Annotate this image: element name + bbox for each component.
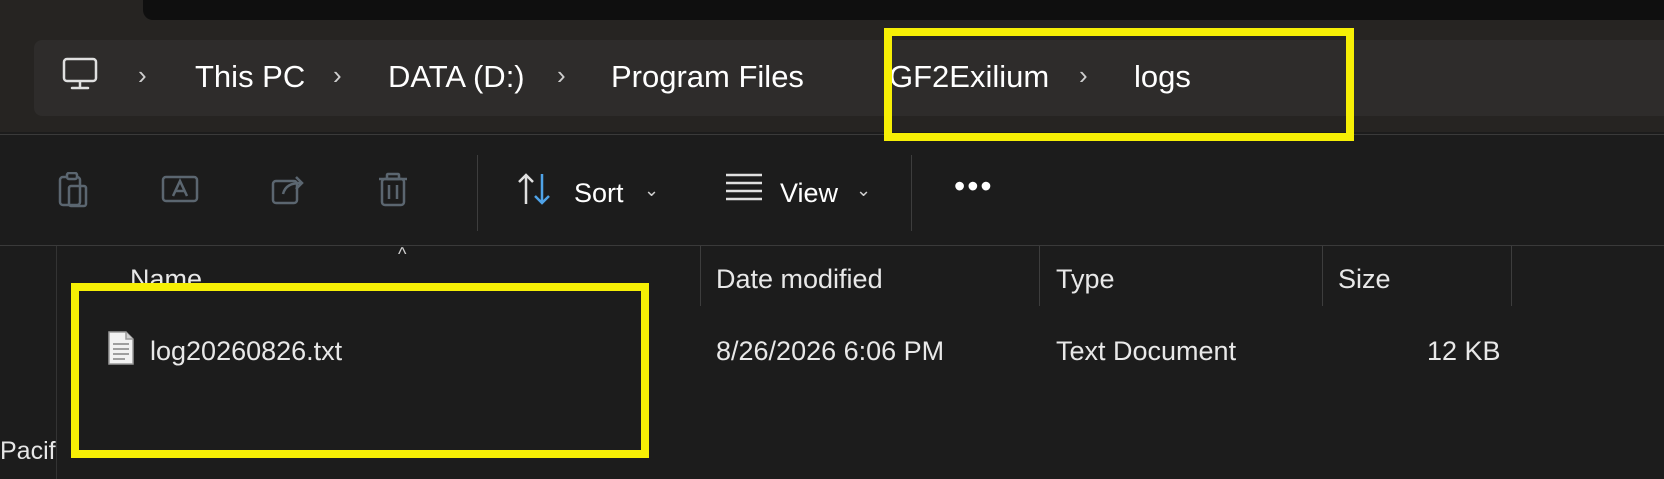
rename-icon[interactable]	[161, 172, 199, 206]
copy-icon[interactable]	[57, 172, 89, 208]
file-date-modified: 8/26/2026 6:06 PM	[716, 336, 945, 366]
computer-icon[interactable]	[62, 57, 98, 91]
column-separator[interactable]	[700, 246, 701, 306]
sort-icon[interactable]	[516, 172, 556, 206]
chevron-right-icon[interactable]: ›	[138, 60, 147, 91]
more-icon[interactable]: •••	[954, 168, 994, 205]
highlight-box-breadcrumb	[884, 28, 1354, 141]
toolbar-separator	[911, 155, 912, 231]
column-header-size[interactable]: Size	[1338, 264, 1391, 295]
toolbar-separator	[477, 155, 478, 231]
divider	[0, 245, 1664, 246]
column-separator[interactable]	[1511, 246, 1512, 306]
breadcrumb-this-pc[interactable]: This PC	[195, 59, 305, 95]
chevron-right-icon[interactable]: ›	[333, 60, 342, 91]
view-icon[interactable]	[724, 172, 764, 202]
chevron-down-icon[interactable]: ⌄	[856, 180, 871, 201]
breadcrumb-program-files[interactable]: Program Files	[611, 59, 804, 95]
share-icon[interactable]	[271, 172, 307, 206]
column-separator[interactable]	[1322, 246, 1323, 306]
view-button[interactable]: View	[780, 178, 838, 209]
chevron-right-icon[interactable]: ›	[557, 60, 566, 91]
file-type: Text Document	[1056, 336, 1237, 366]
column-separator[interactable]	[1039, 246, 1040, 306]
column-header-date[interactable]: Date modified	[716, 264, 883, 295]
column-header-type[interactable]: Type	[1056, 264, 1115, 295]
window-top-edge	[143, 0, 1664, 20]
highlight-box-file	[71, 283, 649, 458]
chevron-down-icon[interactable]: ⌄	[644, 180, 659, 201]
sort-up-icon: ^	[398, 244, 407, 264]
sort-button[interactable]: Sort	[574, 178, 624, 209]
delete-icon[interactable]	[377, 172, 409, 208]
file-size: 12 KB	[1427, 336, 1501, 366]
nav-pane-item[interactable]: Pacif	[0, 437, 56, 466]
breadcrumb-data-drive[interactable]: DATA (D:)	[388, 59, 525, 95]
